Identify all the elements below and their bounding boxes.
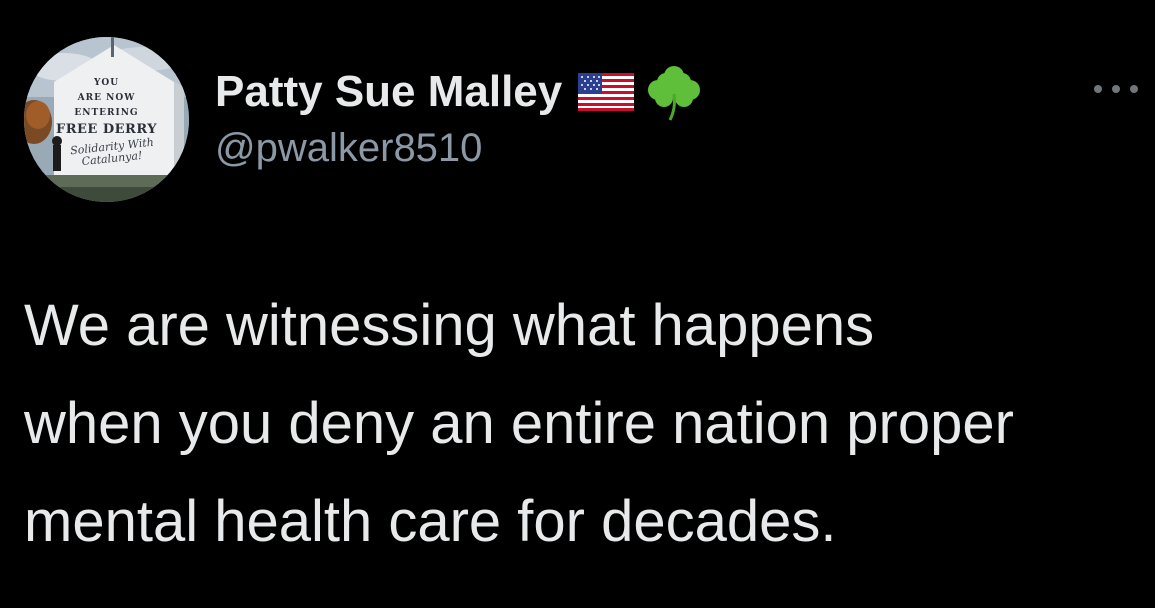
tweet-text-line: mental health care for decades.: [24, 489, 837, 554]
mural-text-line: YOU: [93, 78, 120, 88]
shamrock-icon: [644, 62, 704, 122]
more-horizontal-icon: [1094, 85, 1102, 93]
more-horizontal-icon: [1112, 85, 1120, 93]
tweet-text-line: We are witnessing what happens: [24, 293, 875, 358]
mural-text-line: ARE NOW: [77, 93, 136, 103]
display-name[interactable]: Patty Sue Malley: [215, 70, 562, 114]
tweet-card: YOU ARE NOW ENTERING FREE DERRY Solidari…: [0, 0, 1155, 608]
free-derry-mural-avatar: [24, 37, 189, 202]
author-name-row[interactable]: Patty Sue Malley: [215, 62, 704, 122]
tweet-text-line: when you deny an entire nation proper: [24, 391, 1014, 456]
author-handle[interactable]: @pwalker8510: [215, 128, 482, 168]
avatar[interactable]: YOU ARE NOW ENTERING FREE DERRY Solidari…: [24, 37, 189, 202]
us-flag-icon: [578, 73, 635, 111]
tweet-text: We are witnessing what happens when you …: [24, 277, 1149, 571]
mural-text-line: FREE DERRY: [55, 122, 158, 137]
more-options-button[interactable]: [1094, 78, 1138, 100]
mural-text-line: ENTERING: [74, 108, 139, 118]
more-horizontal-icon: [1130, 85, 1138, 93]
